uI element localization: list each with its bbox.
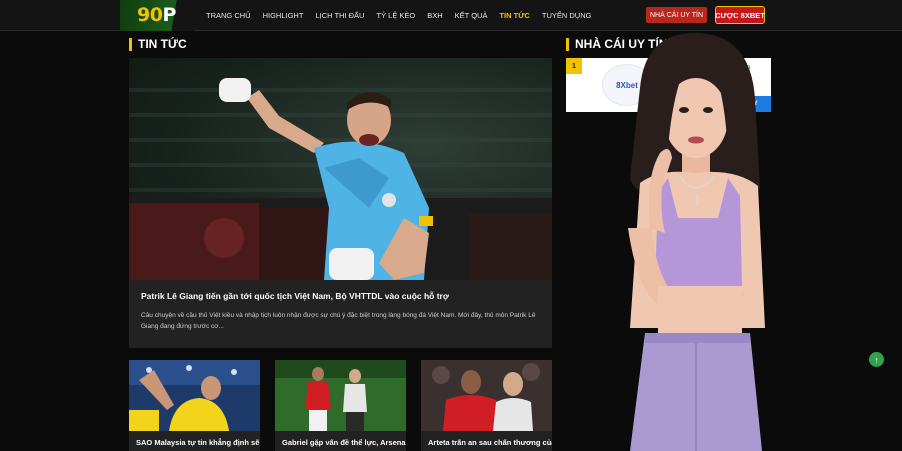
card-image[interactable] (421, 360, 552, 431)
nav-item-ty-le-keo[interactable]: TỶ LỆ KÈO (370, 11, 421, 20)
promo-model-image[interactable] (600, 28, 790, 451)
nav-item-lich-thi-dau[interactable]: LỊCH THI ĐẤU (309, 11, 370, 20)
arteta-photo (421, 360, 552, 431)
main-nav: TRANG CHỦ HIGHLIGHT LỊCH THI ĐẤU TỶ LỆ K… (200, 0, 597, 31)
card-image[interactable] (275, 360, 406, 431)
nha-cai-uy-tin-button[interactable]: NHÀ CÁI UY TÍN (646, 7, 707, 23)
feature-title[interactable]: Patrik Lê Giang tiến gần tới quốc tịch V… (141, 291, 540, 301)
card-title[interactable]: SAO Malaysia tự tin khẳng định sẽ (136, 438, 259, 447)
player-celebration-photo (129, 360, 260, 431)
logo-text: 90 (137, 4, 163, 26)
top-header: 90P TRANG CHỦ HIGHLIGHT LỊCH THI ĐẤU TỶ … (0, 0, 902, 31)
news-section-title: TIN TỨC (129, 38, 187, 51)
news-card[interactable]: Gabriel gặp vấn đề thể lực, Arsenal (275, 360, 406, 451)
arsenal-players-photo (275, 360, 406, 431)
news-card[interactable]: Arteta trấn an sau chấn thương của (421, 360, 552, 451)
logo-accent: P (162, 4, 176, 26)
feature-article[interactable]: Patrik Lê Giang tiến gần tới quốc tịch V… (129, 58, 552, 348)
nav-item-tuyen-dung[interactable]: TUYỂN DỤNG (536, 11, 598, 20)
nav-item-bxh[interactable]: BXH (421, 11, 448, 20)
card-image[interactable] (129, 360, 260, 431)
feature-caption: Patrik Lê Giang tiến gần tới quốc tịch V… (129, 280, 552, 348)
feature-image[interactable] (129, 58, 552, 280)
nav-item-highlight[interactable]: HIGHLIGHT (257, 11, 310, 20)
cuoc-8xbet-button[interactable]: CƯỢC 8XBET (715, 6, 765, 24)
nav-item-ket-qua[interactable]: KẾT QUẢ (449, 11, 494, 20)
logo-area[interactable]: 90P (120, 0, 195, 31)
card-title[interactable]: Arteta trấn an sau chấn thương của (428, 438, 552, 447)
card-title[interactable]: Gabriel gặp vấn đề thể lực, Arsenal (282, 438, 406, 447)
feature-description: Câu chuyện về cầu thủ Việt kiều và nhập … (141, 312, 536, 330)
nav-item-tin-tuc[interactable]: TIN TỨC (493, 11, 535, 20)
news-card[interactable]: SAO Malaysia tự tin khẳng định sẽ (129, 360, 260, 451)
nav-item-trang-chu[interactable]: TRANG CHỦ (200, 11, 257, 20)
bookmaker-rank: 1 (566, 58, 582, 74)
scroll-to-top-button[interactable]: ↑ (869, 352, 884, 367)
page: 90P TRANG CHỦ HIGHLIGHT LỊCH THI ĐẤU TỶ … (0, 0, 902, 451)
goalkeeper-photo (129, 78, 552, 280)
site-logo[interactable]: 90P (137, 4, 176, 26)
